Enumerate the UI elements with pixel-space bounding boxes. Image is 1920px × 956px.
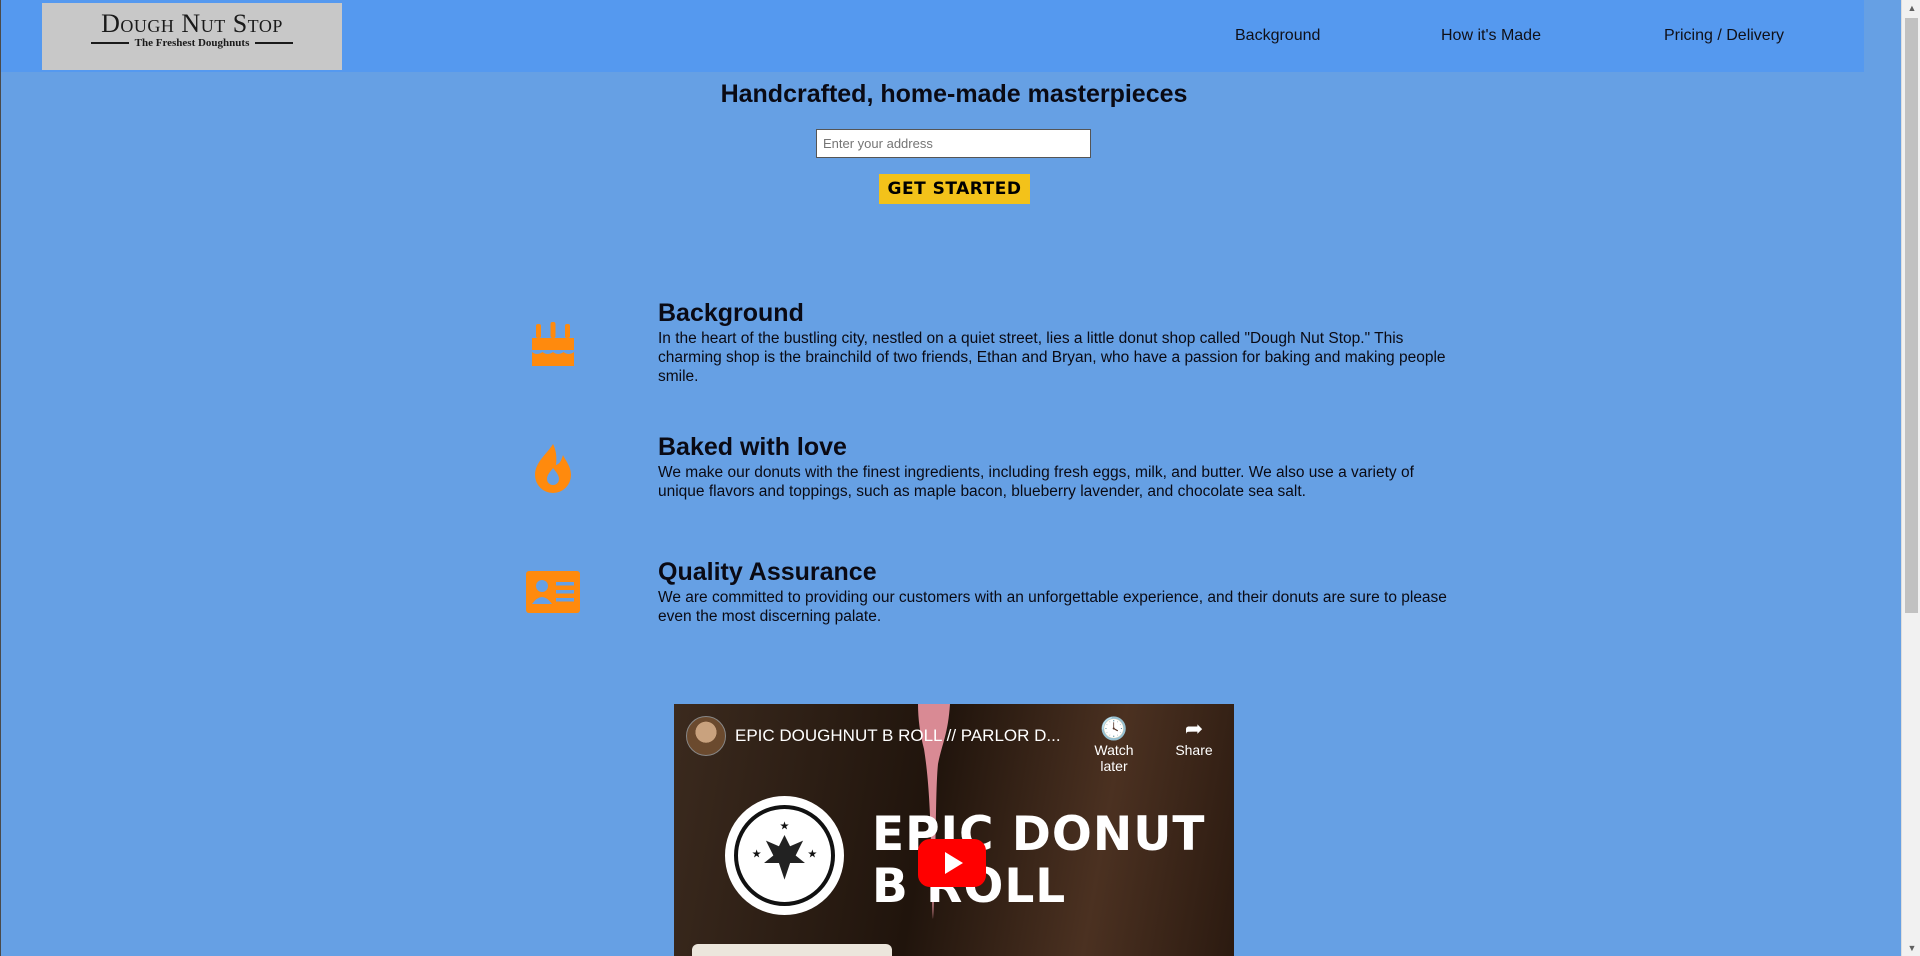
logo-tagline: The Freshest Doughnuts — [134, 37, 250, 49]
nav-background[interactable]: Background — [1235, 27, 1320, 45]
nav-how-its-made[interactable]: How it's Made — [1441, 27, 1541, 45]
hero-title: Handcrafted, home-made masterpieces — [720, 80, 1188, 108]
page-scrollbar[interactable]: ▲ ▼ — [1901, 0, 1920, 956]
logo-brand: Dough Nut Stop — [101, 9, 283, 38]
fire-icon — [535, 444, 571, 493]
nav-pricing-delivery[interactable]: Pricing / Delivery — [1664, 27, 1784, 45]
scrollbar-thumb[interactable] — [1905, 18, 1918, 613]
id-card-icon — [526, 571, 580, 613]
scroll-down-arrow-icon[interactable]: ▼ — [1902, 940, 1920, 956]
channel-avatar[interactable] — [686, 716, 726, 756]
play-button[interactable] — [918, 839, 986, 887]
donut-plate — [692, 944, 892, 956]
logo-rule-right — [255, 42, 294, 44]
svg-text:★: ★ — [752, 848, 762, 860]
logo-rule-left — [90, 42, 129, 44]
video-embed[interactable]: EPIC DOUGHNUT B ROLL // PARLOR D... 🕓 Wa… — [674, 704, 1234, 956]
share-button[interactable]: ➦ Share — [1159, 716, 1229, 758]
birthday-cake-icon — [532, 322, 574, 366]
watch-later-button[interactable]: 🕓 Watch later — [1079, 716, 1149, 774]
clock-icon: 🕓 — [1100, 716, 1128, 741]
video-title[interactable]: EPIC DOUGHNUT B ROLL // PARLOR D... — [735, 726, 1061, 746]
site-header: Dough Nut Stop The Freshest Doughnuts Ba… — [1, 0, 1864, 72]
feature-title-baked-with-love: Baked with love — [658, 433, 847, 461]
feature-text-background: In the heart of the bustling city, nestl… — [658, 330, 1446, 385]
address-input[interactable] — [816, 129, 1091, 158]
svg-text:★: ★ — [779, 820, 789, 832]
feature-text-baked-with-love: We make our donuts with the finest ingre… — [658, 464, 1414, 500]
eagle-icon: ★ ★ ★ — [752, 820, 817, 880]
share-label: Share — [1175, 742, 1213, 758]
feature-text-quality-assurance: We are committed to providing our custom… — [658, 589, 1447, 625]
logo[interactable]: Dough Nut Stop The Freshest Doughnuts — [42, 3, 342, 70]
share-icon: ➦ — [1184, 716, 1204, 741]
eagle-emblem-icon: ★ ★ ★ — [725, 796, 844, 915]
feature-title-background: Background — [658, 299, 804, 327]
svg-text:★: ★ — [807, 848, 817, 860]
watch-later-label: Watch later — [1094, 742, 1134, 774]
feature-title-quality-assurance: Quality Assurance — [658, 558, 877, 586]
get-started-button[interactable]: GET STARTED — [879, 174, 1030, 204]
scroll-up-arrow-icon[interactable]: ▲ — [1902, 0, 1920, 16]
